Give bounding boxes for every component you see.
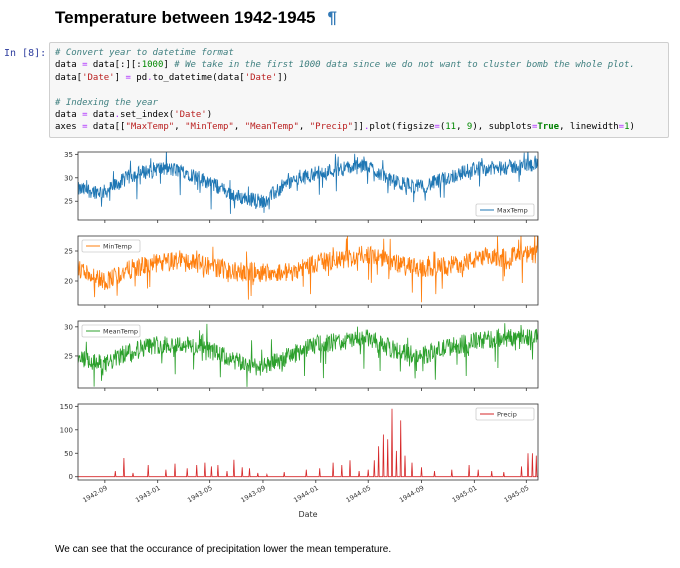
code-token: axes [55,122,83,133]
code-token: True [537,122,560,133]
subplots-figure: 25 30 35 MaxTemp 20 25 MinTemp 25 30 MeanTemp 0 50 1… [60,151,539,519]
y-tick-label: 20 [64,278,73,286]
x-tick-label: 1942-09 [81,484,109,505]
code-token: 11 [445,122,457,133]
code-token: ), subplots [472,122,532,133]
code-token: "Precip" [309,122,354,133]
axes-frame [77,320,539,389]
code-token: 1000 [141,60,164,71]
series-line-maxtemp [78,152,538,214]
x-tick-label: 1944-05 [345,484,373,505]
code-line: data['Date'] = pd.to_datetime(data['Date… [55,73,288,83]
series-line-meantemp [78,323,538,387]
y-tick-label: 25 [64,352,73,360]
code-token: ) [629,122,635,133]
cell-prompt: In [8]: [4,48,47,59]
y-tick-label: 25 [64,248,73,256]
code-token: ] [163,60,175,71]
series-line-mintemp [78,236,538,303]
code-token: # Indexing the year [55,97,158,108]
code-token: 'Date' [82,72,115,83]
y-tick-label: 25 [64,198,73,206]
x-tick-label: 1945-01 [451,484,479,505]
section-heading: Temperature between 1942-1945 ¶ [55,8,337,28]
y-tick-label: 100 [60,426,73,434]
legend-label: MinTemp [103,243,132,251]
code-token: , linewidth [559,122,619,133]
code-line: axes = data[["MaxTemp", "MinTemp", "Mean… [55,122,635,132]
code-token: ) [206,110,213,121]
code-token: # Convert year to datetime format [55,48,234,58]
x-axis-label: Date [298,510,317,519]
x-tick-label: 1944-09 [398,484,426,505]
code-token: , [456,122,467,133]
x-tick-label: 1945-05 [503,484,531,505]
code-token: to_datetime(data[ [152,72,245,83]
y-tick-label: 50 [64,450,73,458]
y-tick-label: 30 [64,323,73,331]
code-line: # Convert year to datetime format [55,48,234,58]
legend-label: MaxTemp [497,207,528,215]
code-token: ]) [277,72,289,83]
code-line: # Indexing the year [55,98,158,108]
axes-frame [77,151,539,221]
code-token: data[[ [87,122,126,133]
code-line: data = data[:][:1000] # We take in the f… [55,60,635,70]
code-token: ] [114,72,126,83]
code-token: set_index( [120,110,175,121]
code-token: 'Date' [174,110,207,121]
y-tick-label: 0 [69,473,73,481]
code-token: plot(figsize [369,122,435,133]
code-token: "MinTemp" [185,122,234,133]
code-cell[interactable]: # Convert year to datetime format data =… [49,42,669,138]
code-token: , [174,122,186,133]
code-token: , [233,122,245,133]
x-tick-label: 1943-05 [186,484,214,505]
code-token: data [55,110,83,121]
code-token: data [87,110,115,121]
series-line-precip [78,408,538,478]
markdown-conclusion: We can see that the occurance of precipi… [55,544,392,555]
code-editor[interactable]: # Convert year to datetime format data =… [55,47,635,134]
anchor-link[interactable]: ¶ [327,8,336,27]
code-token: pd [130,72,148,83]
code-token: ]] [353,122,364,133]
code-token: data[:][: [87,60,142,71]
legend-label: MeanTemp [103,328,138,336]
x-tick-label: 1944-01 [292,484,320,505]
x-tick-label: 1943-01 [134,484,162,505]
code-token: "MeanTemp" [244,122,299,133]
code-token: data[ [55,72,83,83]
x-tick-label: 1943-09 [239,484,267,505]
code-token: # We take in the first 1000 data since w… [174,60,635,71]
code-token: , [298,122,310,133]
y-tick-label: 35 [64,151,73,159]
code-token: data [55,60,83,71]
code-token: "MaxTemp" [125,122,175,133]
y-tick-label: 150 [60,403,73,411]
code-token: 'Date' [244,72,278,83]
heading-title: Temperature between 1942-1945 [55,8,316,27]
legend-label: Precip [497,411,517,419]
code-line: data = data.set_index('Date') [55,110,212,120]
y-tick-label: 30 [64,174,73,182]
